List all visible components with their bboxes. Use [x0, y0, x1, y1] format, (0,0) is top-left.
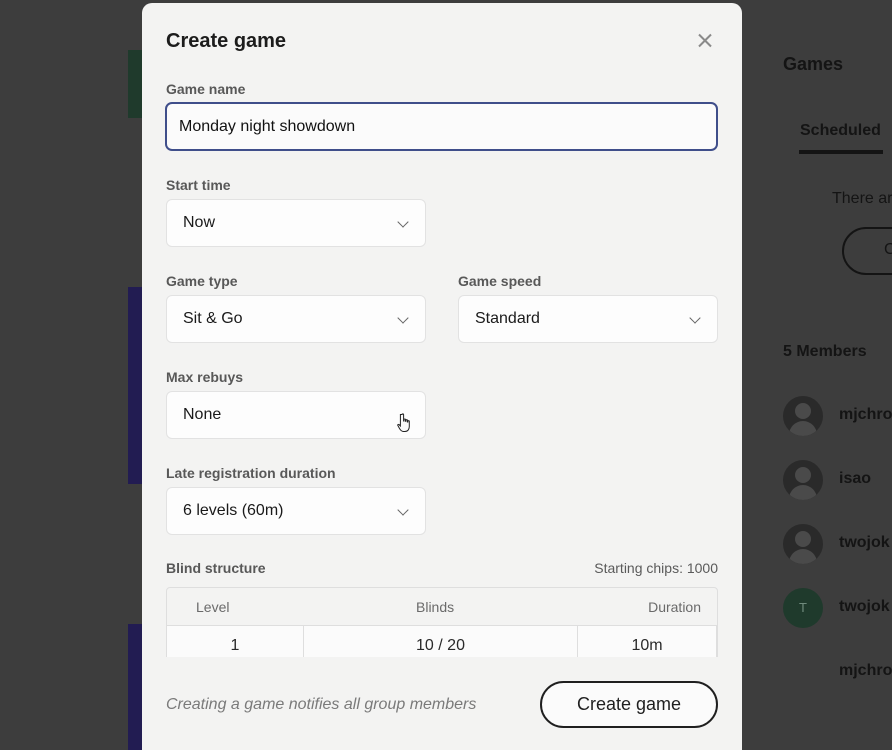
blind-structure-label: Blind structure [166, 560, 266, 576]
column-header-level: Level [196, 599, 230, 615]
game-name-input[interactable] [165, 102, 718, 151]
game-type-value: Sit & Go [183, 310, 243, 327]
members-heading: 5 Members [783, 343, 867, 360]
empty-games-text: There ar [832, 190, 892, 207]
member-item[interactable]: twojok [783, 524, 892, 564]
background-card [128, 50, 142, 118]
max-rebuys-label: Max rebuys [166, 369, 244, 385]
member-item[interactable]: isao [783, 460, 892, 500]
start-time-value: Now [183, 214, 216, 231]
close-icon[interactable] [694, 30, 716, 52]
modal-footer: Creating a game notifies all group membe… [142, 657, 742, 750]
background-card [128, 287, 142, 484]
column-header-blinds: Blinds [416, 599, 455, 615]
create-game-pill-button[interactable]: C [842, 227, 892, 275]
game-speed-select[interactable]: Standard [458, 295, 718, 343]
game-type-select[interactable]: Sit & Go [166, 295, 426, 343]
member-item[interactable]: T twojok [783, 588, 892, 628]
member-name: mjchro [839, 406, 892, 423]
start-time-label: Start time [166, 177, 231, 193]
modal-title: Create game [166, 30, 287, 52]
member-name: mjchro [839, 662, 892, 679]
late-registration-label: Late registration duration [166, 465, 336, 481]
footer-note: Creating a game notifies all group membe… [166, 696, 477, 713]
create-game-button[interactable]: Create game [540, 681, 718, 728]
active-tab-indicator [799, 150, 883, 154]
background-card [128, 624, 142, 750]
starting-chips-text: Starting chips: 1000 [594, 560, 718, 576]
avatar [783, 460, 823, 500]
late-registration-select[interactable]: 6 levels (60m) [166, 487, 426, 535]
chevron-down-icon [689, 312, 701, 324]
table-header: Level Blinds Duration [167, 588, 717, 626]
game-type-label: Game type [166, 273, 238, 289]
chevron-down-icon [397, 216, 409, 228]
games-panel: Games Scheduled There ar C 5 Members mjc… [742, 0, 892, 750]
member-name: twojok [839, 534, 890, 551]
max-rebuys-value: None [183, 406, 222, 423]
game-name-label: Game name [166, 81, 246, 97]
create-game-modal: Create game Game name Start time Now Gam… [142, 3, 742, 750]
pill-label: C [884, 241, 892, 258]
avatar [783, 396, 823, 436]
avatar: T [783, 588, 823, 628]
avatar [783, 524, 823, 564]
chevron-down-icon [397, 504, 409, 516]
max-rebuys-select[interactable]: None [166, 391, 426, 439]
member-name: twojok [839, 598, 890, 615]
column-header-duration: Duration [648, 599, 701, 615]
games-heading: Games [783, 54, 844, 74]
member-item[interactable]: mjchro [783, 396, 892, 436]
member-item[interactable]: mjchro [783, 652, 892, 692]
member-name: isao [839, 470, 872, 487]
pointer-hand-icon [397, 413, 410, 432]
tab-scheduled[interactable]: Scheduled [800, 122, 881, 140]
game-speed-label: Game speed [458, 273, 542, 289]
game-speed-value: Standard [475, 310, 540, 327]
start-time-select[interactable]: Now [166, 199, 426, 247]
chevron-down-icon [397, 312, 409, 324]
late-registration-value: 6 levels (60m) [183, 502, 284, 519]
